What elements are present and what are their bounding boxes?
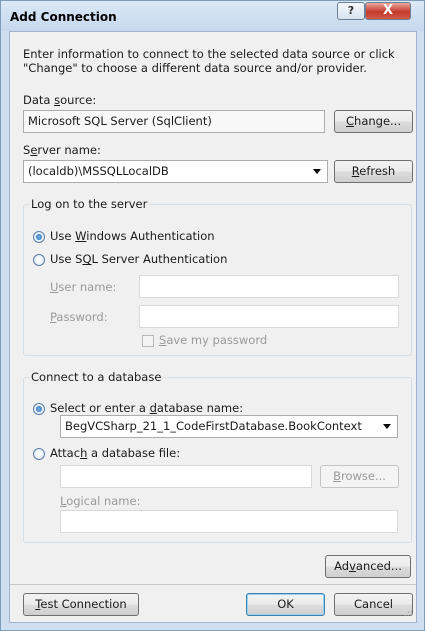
logical-name-input[interactable] [60, 510, 398, 533]
advanced-button[interactable]: Advanced... [325, 555, 411, 578]
dialog-body: Enter information to connect to the sele… [9, 31, 417, 623]
user-name-input[interactable] [139, 275, 399, 298]
dialog-title: Add Connection [10, 10, 117, 24]
chevron-down-icon[interactable] [313, 169, 321, 174]
sql-auth-radio[interactable] [33, 254, 45, 266]
server-name-value: (localdb)\MSSQLLocalDB [28, 164, 169, 178]
add-connection-dialog: Add Connection ? X Enter information to … [0, 0, 425, 631]
ok-button[interactable]: OK [246, 593, 325, 616]
intro-line-2: "Change" to choose a different data sour… [23, 61, 367, 75]
chevron-down-icon[interactable] [383, 424, 391, 429]
windows-auth-label[interactable]: Use Windows Authentication [50, 229, 215, 243]
attach-database-radio[interactable] [33, 448, 45, 460]
separator [10, 584, 416, 585]
refresh-button[interactable]: Refresh [334, 160, 413, 183]
test-connection-button[interactable]: Test Connection [23, 593, 139, 616]
data-source-field: Microsoft SQL Server (SqlClient) [23, 110, 325, 133]
server-name-combobox[interactable]: (localdb)\MSSQLLocalDB [23, 160, 328, 183]
save-password-checkbox[interactable] [142, 335, 154, 347]
data-source-label: Data source: [23, 93, 97, 107]
title-bar[interactable]: Add Connection ? X [1, 1, 424, 31]
sql-auth-label[interactable]: Use SQL Server Authentication [50, 252, 227, 266]
change-button[interactable]: Change... [334, 110, 413, 133]
help-button[interactable]: ? [337, 2, 365, 20]
logical-name-label: Logical name: [60, 494, 141, 508]
close-button[interactable]: X [365, 2, 411, 20]
cancel-button[interactable]: Cancel [334, 593, 413, 616]
database-group-legend: Connect to a database [29, 370, 164, 384]
password-input[interactable] [139, 305, 399, 328]
select-database-radio[interactable] [33, 403, 45, 415]
user-name-label: User name: [50, 280, 117, 294]
logon-group-legend: Log on to the server [29, 197, 150, 211]
database-name-value: BegVCSharp_21_1_CodeFirstDatabase.BookCo… [65, 419, 362, 433]
select-database-label[interactable]: Select or enter a database name: [50, 401, 243, 415]
windows-auth-radio[interactable] [33, 231, 45, 243]
save-password-label[interactable]: Save my password [159, 333, 267, 347]
intro-line-1: Enter information to connect to the sele… [23, 47, 395, 61]
attach-file-input[interactable] [60, 465, 312, 488]
password-label: Password: [50, 310, 108, 324]
browse-button[interactable]: Browse... [320, 465, 399, 488]
attach-database-label[interactable]: Attach a database file: [50, 446, 180, 460]
server-name-label: Server name: [23, 143, 101, 157]
database-name-combobox[interactable]: BegVCSharp_21_1_CodeFirstDatabase.BookCo… [60, 415, 398, 438]
resize-grip-icon[interactable]: .:: [404, 609, 413, 619]
